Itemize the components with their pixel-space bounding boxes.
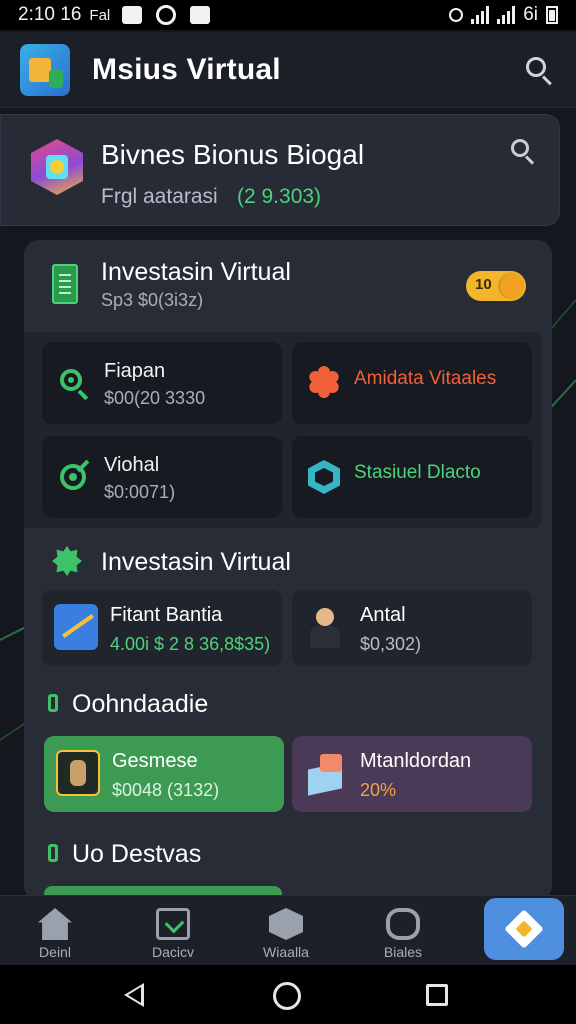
recent-apps-icon[interactable]	[426, 984, 448, 1006]
investment-panel: Investasin Virtual Sp3 $0(3i3z) 10 Fiapa…	[24, 240, 552, 900]
document-icon	[52, 264, 78, 304]
home-circle-icon[interactable]	[273, 982, 301, 1010]
toggle-label: 10	[475, 276, 492, 293]
order-card-mtanldordan[interactable]: Mtanldordan 20%	[292, 736, 532, 812]
nav-item-stats[interactable]: Biales	[348, 896, 458, 966]
burst-icon	[304, 362, 344, 402]
card-value: 4.00i $ 2 8 36,8$35)	[110, 634, 271, 654]
panel-title: Investasin Virtual	[101, 258, 291, 286]
app-title: Msius Virtual	[92, 52, 281, 86]
back-icon[interactable]	[124, 983, 144, 1007]
section-deals-title: Uo Destvas	[72, 840, 202, 868]
location-icon	[449, 8, 464, 22]
home-icon	[38, 908, 72, 940]
status-time: 2:10 16	[18, 4, 82, 25]
card-label: Fitant Bantia	[110, 604, 223, 626]
signal-icon	[471, 6, 490, 24]
tile-label: Stasiuel Dlacto	[354, 462, 481, 483]
package-thumbnail-icon	[304, 750, 348, 796]
invest-card-fitant[interactable]: Fitant Bantia 4.00i $ 2 8 36,8$35)	[42, 590, 282, 666]
nav-item-wallet[interactable]: Wiaalla	[231, 896, 341, 966]
section-invest-title: Investasin Virtual	[101, 548, 291, 576]
gear-icon	[52, 546, 82, 576]
app-notification-icon	[190, 6, 211, 24]
app-logo-icon	[20, 43, 70, 96]
tile-grid: Fiapan $00(20 3330 Amidata Vitaales Vioh…	[24, 332, 542, 528]
app-header: Msius Virtual	[0, 32, 576, 108]
network-label: 6i	[523, 4, 538, 25]
balance-search-button[interactable]	[508, 136, 538, 166]
panel-subtitle: Sp3 $0(3i3z)	[101, 290, 204, 310]
card-value: $0,302)	[360, 634, 422, 654]
battery-icon	[546, 6, 558, 24]
order-card-gesmese[interactable]: Gesmese $0048 (3132)	[44, 736, 284, 812]
nav-item-home[interactable]: Deinl	[0, 896, 110, 966]
panel-header: Investasin Virtual Sp3 $0(3i3z) 10	[24, 240, 552, 332]
treasure-hex-icon	[29, 133, 85, 199]
card-label: Mtanldordan	[360, 750, 472, 772]
search-icon	[58, 367, 90, 401]
invest-card-antal[interactable]: Antal $0,302)	[292, 590, 532, 666]
status-carrier: Fal	[89, 6, 111, 24]
diamond-icon	[504, 909, 544, 949]
nav-label: Biales	[383, 944, 423, 960]
tile-viohal[interactable]: Viohal $0:0071)	[42, 436, 282, 518]
section-orders-title: Oohndaadie	[72, 690, 209, 718]
nav-item-deals[interactable]: Dacicv	[118, 896, 228, 966]
toggle-knob	[500, 274, 524, 298]
system-nav-bar	[0, 965, 576, 1024]
tile-amidata[interactable]: Amidata Vitaales	[292, 342, 532, 424]
tile-label: Amidata Vitaales	[354, 368, 497, 389]
pill-icon	[48, 694, 58, 712]
action-fab-button[interactable]	[484, 898, 564, 960]
hex-icon	[308, 460, 340, 494]
panel-toggle[interactable]: 10	[466, 271, 526, 301]
tile-label: Viohal	[104, 454, 160, 476]
tile-stasiuel[interactable]: Stasiuel Dlacto	[292, 436, 532, 518]
pill-icon	[48, 844, 58, 862]
card-label: Antal	[360, 604, 406, 626]
tile-value: $0:0071)	[104, 482, 176, 502]
stats-icon	[386, 908, 420, 940]
person-avatar-icon	[304, 604, 348, 650]
signal-icon-2	[497, 6, 516, 24]
balance-amount: (2 9.303)	[237, 185, 322, 208]
balance-subtitle: Frgl aatarasi	[101, 185, 218, 208]
deals-icon	[156, 908, 190, 940]
status-bar: 2:10 16 Fal 6i	[0, 0, 576, 30]
wallet-icon	[269, 908, 303, 940]
nav-label: Dacicv	[151, 944, 194, 960]
balance-title: Bivnes Bionus Biogal	[101, 139, 365, 170]
tile-value: $00(20 3330	[104, 388, 206, 408]
search-icon	[526, 56, 546, 77]
search-button[interactable]	[522, 53, 556, 87]
chart-thumbnail-icon	[54, 604, 98, 650]
nav-label: Deinl	[39, 944, 71, 960]
tile-fiapan[interactable]: Fiapan $00(20 3330	[42, 342, 282, 424]
nav-label: Wiaalla	[263, 944, 309, 960]
card-value: 20%	[360, 780, 397, 800]
balance-card[interactable]: Bivnes Bionus Biogal Frgl aatarasi (2 9.…	[0, 114, 560, 226]
tile-label: Fiapan	[104, 360, 166, 382]
cashier-thumbnail-icon	[56, 750, 100, 796]
sync-icon	[156, 5, 177, 25]
mail-icon	[122, 6, 143, 24]
target-icon	[58, 459, 90, 492]
card-value: $0048 (3132)	[112, 780, 220, 800]
card-label: Gesmese	[112, 750, 198, 772]
